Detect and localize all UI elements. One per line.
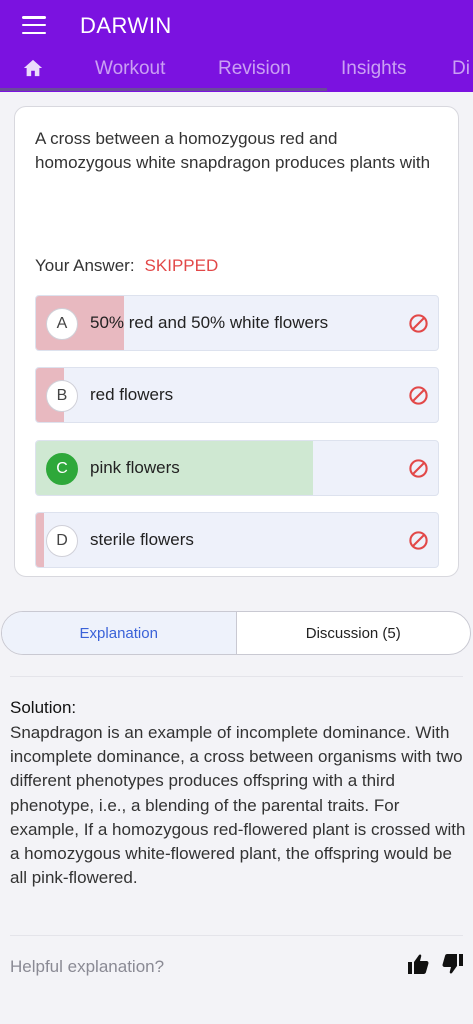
- app-bar: DARWIN Workout Revision Insights Di: [0, 0, 473, 92]
- option-d-fill: [36, 513, 45, 567]
- option-d-text: sterile flowers: [90, 530, 194, 549]
- thumbs-down-icon[interactable]: [441, 952, 465, 976]
- tab-revision[interactable]: Revision: [218, 58, 291, 80]
- solution-label: Solution:: [10, 698, 77, 717]
- option-d[interactable]: D sterile flowers: [35, 512, 439, 568]
- helpful-label: Helpful explanation?: [10, 957, 165, 976]
- option-b-text: red flowers: [90, 385, 174, 404]
- option-d-letter: D: [46, 525, 78, 557]
- thumbs-up-icon[interactable]: [406, 952, 430, 976]
- your-answer-row: Your Answer: SKIPPED: [35, 256, 218, 276]
- tab-indicator: [0, 88, 327, 91]
- app-title: DARWIN: [80, 13, 172, 38]
- ban-icon: [409, 314, 428, 333]
- explanation-tab[interactable]: Explanation: [2, 612, 237, 654]
- ban-icon: [409, 531, 428, 550]
- question-text: A cross between a homozygous red and hom…: [35, 129, 431, 172]
- segmented-control: Explanation Discussion (5): [1, 611, 471, 655]
- tab-discussion-partial[interactable]: Di: [452, 58, 470, 80]
- option-a-letter: A: [46, 308, 78, 340]
- option-a[interactable]: A 50% red and 50% white flowers: [35, 295, 439, 351]
- ban-icon: [409, 386, 428, 405]
- divider: [10, 935, 463, 936]
- option-c-text: pink flowers: [90, 458, 180, 477]
- ban-icon: [409, 459, 428, 478]
- your-answer-label: Your Answer:: [35, 256, 135, 275]
- tab-insights[interactable]: Insights: [341, 58, 406, 80]
- discussion-tab[interactable]: Discussion (5): [237, 612, 471, 654]
- tab-bar: Workout Revision Insights Di: [0, 52, 473, 88]
- question-card: A cross between a homozygous red and hom…: [14, 106, 459, 577]
- option-a-text: 50% red and 50% white flowers: [90, 313, 329, 332]
- option-c-letter: C: [46, 453, 78, 485]
- option-b-letter: B: [46, 380, 78, 412]
- home-icon[interactable]: [22, 58, 44, 78]
- option-b[interactable]: B red flowers: [35, 367, 439, 423]
- hamburger-menu-icon[interactable]: [22, 16, 46, 34]
- your-answer-value: SKIPPED: [144, 256, 219, 275]
- tab-workout[interactable]: Workout: [95, 58, 165, 80]
- option-c[interactable]: C pink flowers: [35, 440, 439, 496]
- divider: [10, 676, 463, 677]
- segment-area: Explanation Discussion (5): [0, 592, 473, 672]
- solution-text: Snapdragon is an example of incomplete d…: [10, 723, 466, 888]
